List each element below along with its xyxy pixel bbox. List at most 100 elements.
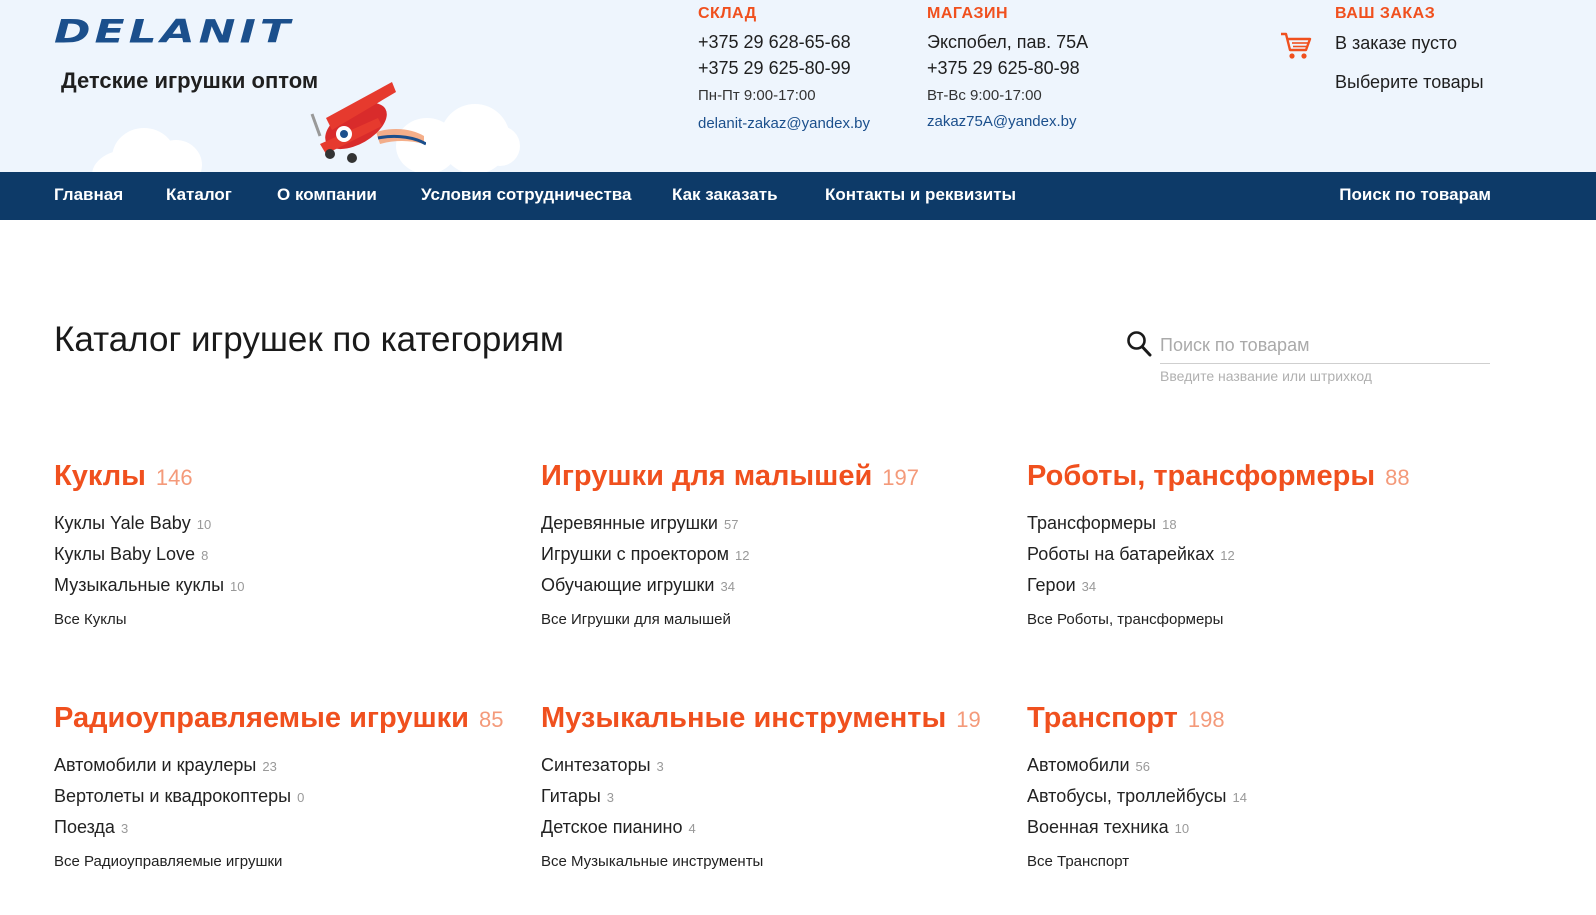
order-summary: ВАШ ЗАКАЗ В заказе пусто Выберите товары: [1335, 5, 1484, 93]
subcategory-name[interactable]: Вертолеты и квадрокоптеры: [54, 786, 291, 806]
category-title[interactable]: Роботы, трансформеры: [1027, 460, 1375, 492]
subcategory-count: 18: [1162, 517, 1177, 532]
search-icon[interactable]: [1126, 330, 1152, 358]
category-title[interactable]: Музыкальные инструменты: [541, 702, 946, 734]
subcategory-item[interactable]: Роботы на батарейках 12: [1027, 539, 1497, 570]
subcategory-item[interactable]: Игрушки с проектором 12: [541, 539, 1011, 570]
nav-item-contacts[interactable]: Контакты и реквизиты: [825, 172, 1016, 220]
subcategory-item[interactable]: Автобусы, троллейбусы 14: [1027, 781, 1497, 812]
subcategory-item[interactable]: Детское пианино 4: [541, 812, 1011, 843]
subcategory-name[interactable]: Герои: [1027, 575, 1076, 595]
order-hint: Выберите товары: [1335, 72, 1484, 92]
subcategory-item[interactable]: Поезда 3: [54, 812, 524, 843]
site-logo[interactable]: DELANIT: [54, 16, 294, 62]
subcategory-item[interactable]: Вертолеты и квадрокоптеры 0: [54, 781, 524, 812]
nav-item-home[interactable]: Главная: [54, 172, 123, 220]
subcategory-count: 0: [297, 790, 305, 805]
category-all-link[interactable]: Все Радиоуправляемые игрушки: [54, 853, 524, 870]
subcategory-name[interactable]: Деревянные игрушки: [541, 513, 718, 533]
subcategory-name[interactable]: Гитары: [541, 786, 601, 806]
subcategory-name[interactable]: Военная техника: [1027, 817, 1169, 837]
subcategory-item[interactable]: Куклы Baby Love 8: [54, 539, 524, 570]
category-all-link[interactable]: Все Транспорт: [1027, 853, 1497, 870]
subcategory-count: 8: [201, 548, 209, 563]
nav-search-link[interactable]: Поиск по товарам: [1339, 172, 1491, 220]
nav-item-terms[interactable]: Условия сотрудничества: [421, 172, 631, 220]
category-header: Радиоуправляемые игрушки 85: [54, 702, 524, 738]
subcategory-name[interactable]: Куклы Baby Love: [54, 544, 195, 564]
subcategory-name[interactable]: Трансформеры: [1027, 513, 1156, 533]
category-block-robots: Роботы, трансформеры 88 Трансформеры 18 Ро…: [1027, 460, 1497, 628]
shop-phone[interactable]: +375 29 625-80-98: [927, 55, 1088, 81]
warehouse-phone-1[interactable]: +375 29 628-65-68: [698, 29, 870, 55]
subcategory-count: 12: [735, 548, 750, 563]
subcategory-name[interactable]: Автобусы, троллейбусы: [1027, 786, 1226, 806]
warehouse-phone-2[interactable]: +375 29 625-80-99: [698, 55, 870, 81]
category-block-baby-toys: Игрушки для малышей 197 Деревянные игрушк…: [541, 460, 1011, 628]
nav-item-how-to-order[interactable]: Как заказать: [672, 172, 778, 220]
search-input[interactable]: [1160, 328, 1490, 364]
category-count: 146: [155, 465, 193, 490]
cart-icon[interactable]: [1280, 31, 1312, 61]
subcategory-count: 56: [1135, 759, 1151, 774]
subcategory-name[interactable]: Обучающие игрушки: [541, 575, 714, 595]
subcategory-item[interactable]: Военная техника 10: [1027, 812, 1497, 843]
category-title[interactable]: Игрушки для малышей: [541, 460, 872, 492]
category-header: Роботы, трансформеры 88: [1027, 460, 1497, 496]
subcategory-name[interactable]: Детское пианино: [541, 817, 683, 837]
subcategory-item[interactable]: Герои 34: [1027, 570, 1497, 601]
subcategory-name[interactable]: Синтезаторы: [541, 755, 651, 775]
subcategory-item[interactable]: Обучающие игрушки 34: [541, 570, 1011, 601]
nav-item-about[interactable]: О компании: [277, 172, 377, 220]
category-title[interactable]: Транспорт: [1027, 702, 1178, 734]
nav-item-catalog[interactable]: Каталог: [166, 172, 232, 220]
subcategory-count: 3: [120, 821, 129, 836]
subcategory-name[interactable]: Игрушки с проектором: [541, 544, 729, 564]
category-count: 19: [956, 707, 981, 732]
subcategory-count: 10: [1174, 821, 1190, 836]
category-all-link[interactable]: Все Роботы, трансформеры: [1027, 611, 1497, 628]
subcategory-item[interactable]: Трансформеры 18: [1027, 508, 1497, 539]
subcategory-item[interactable]: Деревянные игрушки 57: [541, 508, 1011, 539]
category-all-link[interactable]: Все Игрушки для малышей: [541, 611, 1011, 628]
subcategory-item[interactable]: Куклы Yale Baby 10: [54, 508, 524, 539]
subcategory-name[interactable]: Автомобили: [1027, 755, 1130, 775]
warehouse-title: СКЛАД: [698, 5, 757, 22]
subcategory-count: 23: [262, 759, 277, 774]
subcategory-name[interactable]: Автомобили и краулеры: [54, 755, 256, 775]
subcategory-count: 10: [230, 579, 245, 594]
category-block-dolls: Куклы 146 Куклы Yale Baby 10 Куклы Baby Lo…: [54, 460, 524, 628]
category-count: 88: [1385, 465, 1410, 490]
subcategory-item[interactable]: Гитары 3: [541, 781, 1011, 812]
subcategory-item[interactable]: Автомобили 56: [1027, 750, 1497, 781]
category-header: Куклы 146: [54, 460, 524, 496]
subcategory-item[interactable]: Синтезаторы 3: [541, 750, 1011, 781]
logo-wordmark: DELANIT: [54, 13, 294, 51]
subcategory-item[interactable]: Музыкальные куклы 10: [54, 570, 524, 601]
subcategory-name[interactable]: Куклы Yale Baby: [54, 513, 191, 533]
shop-email-link[interactable]: zakaz75A@yandex.by: [927, 113, 1088, 130]
category-count: 85: [478, 707, 504, 732]
subcategory-name[interactable]: Музыкальные куклы: [54, 575, 224, 595]
category-all-link[interactable]: Все Куклы: [54, 611, 524, 628]
search-hint: Введите название или штрихкод: [1160, 368, 1372, 384]
warehouse-hours: Пн-Пт 9:00-17:00: [698, 87, 816, 104]
site-tagline: Детские игрушки оптом: [61, 68, 319, 93]
category-all-link[interactable]: Все Музыкальные инструменты: [541, 853, 1011, 870]
main-navigation: Главная Каталог О компании Условия сотру…: [0, 172, 1596, 220]
category-title[interactable]: Куклы: [54, 460, 146, 492]
subcategory-item[interactable]: Автомобили и краулеры 23: [54, 750, 524, 781]
shop-hours: Вт-Вс 9:00-17:00: [927, 87, 1042, 104]
category-block-music: Музыкальные инструменты 19 Синтезаторы 3 Г…: [541, 702, 1011, 870]
subcategory-count: 4: [688, 821, 696, 836]
subcategory-count: 3: [656, 759, 664, 774]
warehouse-email-link[interactable]: delanit-zakaz@yandex.by: [698, 115, 870, 132]
warehouse-contacts: СКЛАД +375 29 628-65-68 +375 29 625-80-9…: [698, 5, 870, 132]
order-status[interactable]: В заказе пусто: [1335, 33, 1484, 54]
category-header: Игрушки для малышей 197: [541, 460, 1011, 496]
subcategory-name[interactable]: Поезда: [54, 817, 115, 837]
subcategory-name[interactable]: Роботы на батарейках: [1027, 544, 1214, 564]
cloud-decoration: [480, 126, 520, 166]
subcategory-count: 3: [606, 790, 615, 805]
category-title[interactable]: Радиоуправляемые игрушки: [54, 702, 469, 734]
